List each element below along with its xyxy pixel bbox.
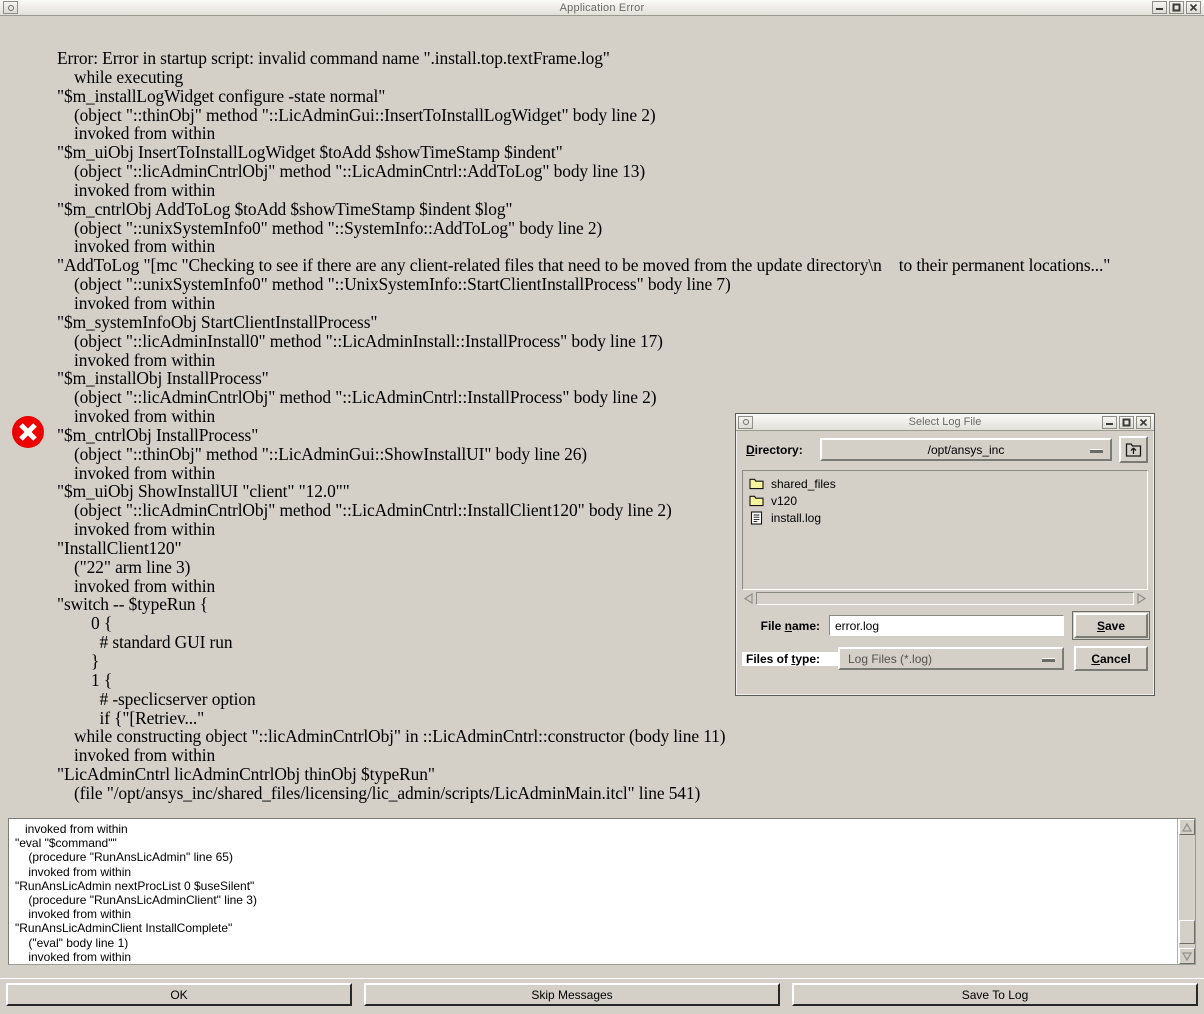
filetype-value: Log Files (*.log) bbox=[848, 651, 933, 666]
cancel-label-rest: ancel bbox=[1099, 651, 1131, 666]
log-text-container[interactable]: invoked from within "eval "$command"" (p… bbox=[9, 819, 1178, 964]
window-menu-icon[interactable] bbox=[3, 1, 18, 14]
scroll-down-button[interactable] bbox=[1179, 948, 1195, 964]
select-log-file-dialog: Select Log File Directory: /opt/ansys_in… bbox=[735, 413, 1155, 696]
directory-label-rest: irectory: bbox=[754, 442, 803, 457]
window-titlebar: Application Error bbox=[0, 0, 1204, 16]
save-button[interactable]: Save bbox=[1072, 611, 1150, 640]
cancel-button[interactable]: Cancel bbox=[1074, 646, 1148, 671]
window-title: Application Error bbox=[559, 1, 645, 14]
list-item[interactable]: v120 bbox=[747, 492, 1147, 509]
vscroll-track[interactable] bbox=[1179, 835, 1195, 948]
folder-icon bbox=[747, 477, 765, 491]
filename-label-mnemonic: n bbox=[784, 618, 792, 633]
directory-row: Directory: /opt/ansys_inc bbox=[742, 434, 1148, 465]
minimize-icon bbox=[1106, 422, 1113, 425]
filetype-label: Files of type: bbox=[742, 651, 838, 666]
error-cross-icon bbox=[12, 416, 44, 448]
maximize-button[interactable] bbox=[1169, 1, 1184, 14]
filetype-label-rest: ype: bbox=[795, 651, 821, 666]
log-output-text: invoked from within "eval "$command"" (p… bbox=[15, 822, 257, 964]
chevron-down-icon bbox=[1042, 657, 1055, 662]
cancel-mnemonic: C bbox=[1091, 651, 1100, 666]
filename-label-rest: ame: bbox=[791, 618, 820, 633]
window-menu-glyph bbox=[7, 4, 14, 11]
close-button[interactable] bbox=[1186, 1, 1201, 14]
dialog-button-bar: OK Skip Messages Save To Log bbox=[0, 978, 1204, 1014]
save-label-rest: ave bbox=[1104, 618, 1126, 633]
folder-icon bbox=[747, 494, 765, 508]
scroll-up-button[interactable] bbox=[1179, 819, 1195, 835]
log-vertical-scrollbar[interactable] bbox=[1178, 819, 1195, 964]
directory-combobox[interactable]: /opt/ansys_inc bbox=[820, 438, 1112, 461]
ok-button-cell: OK bbox=[0, 979, 358, 1014]
list-item[interactable]: shared_files bbox=[747, 475, 1147, 492]
dialog-window-buttons bbox=[1102, 415, 1154, 429]
dialog-window-menu-icon[interactable] bbox=[738, 415, 753, 429]
filename-label: File name: bbox=[760, 618, 820, 633]
filename-value: error.log bbox=[835, 618, 880, 633]
scroll-right-arrow-icon bbox=[1137, 593, 1146, 604]
dialog-maximize-button[interactable] bbox=[1119, 415, 1134, 429]
scroll-down-arrow-icon bbox=[1182, 951, 1192, 961]
dialog-titlebar: Select Log File bbox=[736, 414, 1154, 431]
dialog-body: Directory: /opt/ansys_inc shared_files v… bbox=[736, 434, 1154, 698]
scroll-up-arrow-icon bbox=[1182, 822, 1192, 832]
file-list[interactable]: shared_files v120 install.log bbox=[742, 470, 1148, 590]
minimize-button[interactable] bbox=[1152, 1, 1167, 14]
list-item[interactable]: install.log bbox=[747, 509, 1147, 526]
save-mnemonic: S bbox=[1096, 618, 1105, 633]
maximize-icon bbox=[1172, 3, 1181, 12]
close-icon bbox=[1139, 418, 1148, 426]
dialog-minimize-button[interactable] bbox=[1102, 415, 1117, 429]
up-directory-folder-icon bbox=[1125, 442, 1142, 457]
filename-input[interactable]: error.log bbox=[829, 615, 1064, 636]
window-buttons bbox=[1152, 1, 1204, 14]
save-to-log-button[interactable]: Save To Log bbox=[792, 983, 1198, 1006]
directory-label-mnemonic: D bbox=[746, 442, 755, 457]
ok-button[interactable]: OK bbox=[6, 983, 352, 1006]
close-icon bbox=[1189, 3, 1198, 12]
scroll-left-button[interactable] bbox=[742, 592, 756, 605]
save-log-button-cell: Save To Log bbox=[786, 979, 1204, 1014]
application-error-window: Application Error Error: Error in startu… bbox=[0, 0, 1204, 1014]
directory-value: /opt/ansys_inc bbox=[927, 442, 1005, 457]
maximize-icon bbox=[1122, 418, 1131, 426]
list-item-label: shared_files bbox=[771, 476, 836, 491]
document-icon bbox=[747, 510, 765, 525]
vscroll-thumb[interactable] bbox=[1179, 920, 1195, 944]
file-list-hscrollbar[interactable] bbox=[742, 592, 1148, 605]
log-output-panel: invoked from within "eval "$command"" (p… bbox=[8, 818, 1196, 965]
scroll-left-arrow-icon bbox=[744, 593, 753, 604]
list-item-label: install.log bbox=[771, 510, 822, 525]
directory-label: Directory: bbox=[742, 443, 820, 457]
minimize-icon bbox=[1156, 8, 1163, 10]
scroll-right-button[interactable] bbox=[1134, 592, 1148, 605]
filetype-row: Files of type: Log Files (*.log) Cancel bbox=[742, 646, 1148, 671]
chevron-down-icon bbox=[1090, 448, 1103, 453]
hscroll-track[interactable] bbox=[756, 592, 1134, 605]
dialog-close-button[interactable] bbox=[1136, 415, 1151, 429]
up-directory-button[interactable] bbox=[1119, 436, 1148, 463]
list-item-label: v120 bbox=[771, 493, 798, 508]
dialog-title: Select Log File bbox=[908, 416, 982, 428]
skip-messages-button[interactable]: Skip Messages bbox=[364, 983, 780, 1006]
dialog-window-menu-glyph bbox=[742, 419, 749, 425]
skip-button-cell: Skip Messages bbox=[358, 979, 786, 1014]
filetype-combobox[interactable]: Log Files (*.log) bbox=[838, 647, 1064, 670]
filename-row: File name: error.log Save bbox=[742, 611, 1150, 640]
